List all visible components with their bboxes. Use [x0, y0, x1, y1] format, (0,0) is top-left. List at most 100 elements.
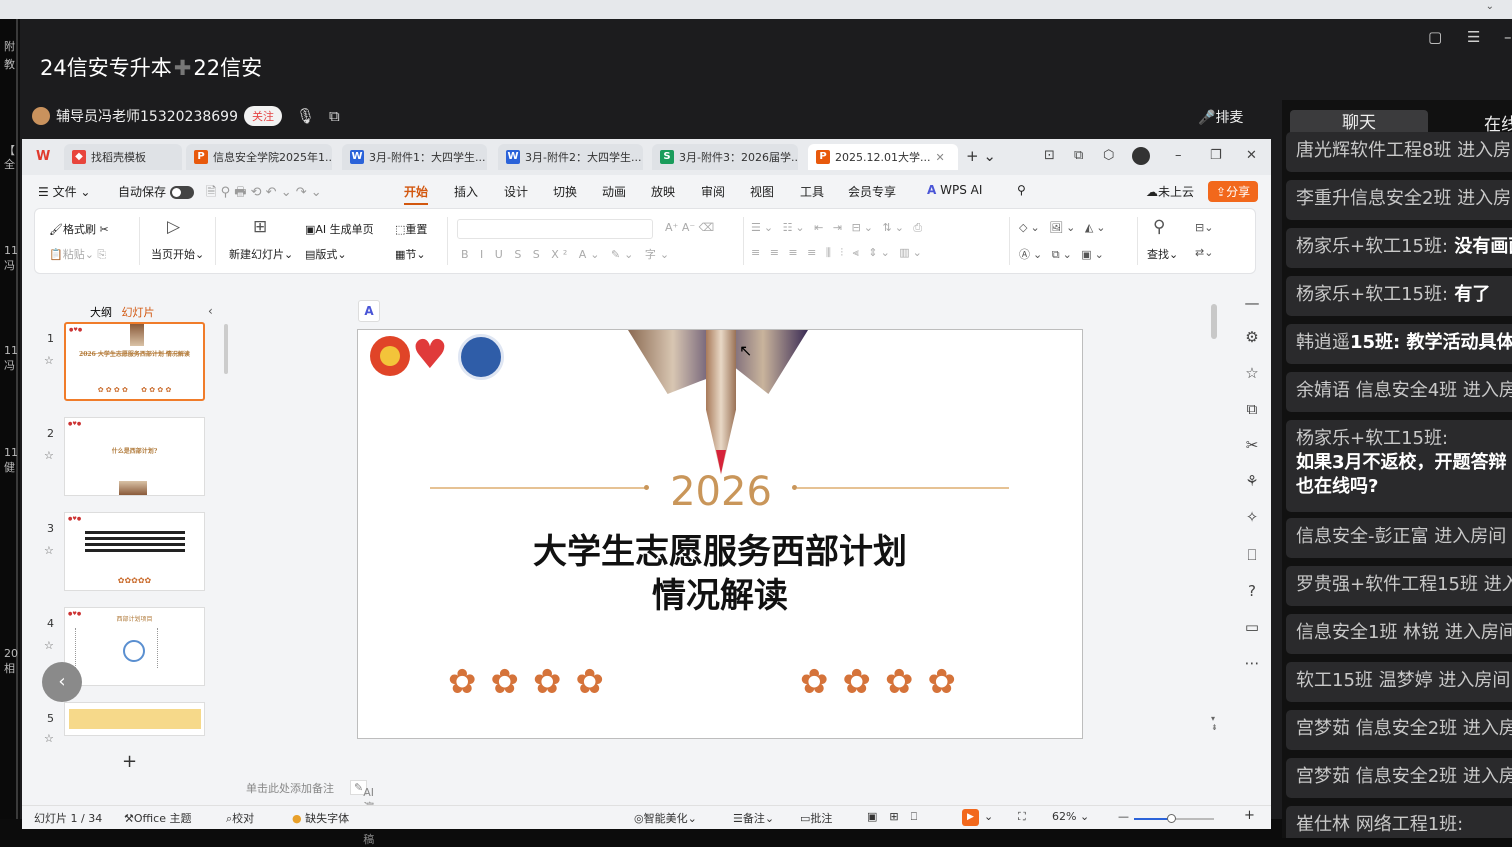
beautify-button[interactable]: ◎智能美化⌄: [634, 810, 697, 826]
menu-tools[interactable]: 工具: [800, 183, 824, 200]
chat-username[interactable]: 宫梦茹 信息安全2班: [1296, 718, 1457, 739]
notes-toggle[interactable]: ☰备注⌄: [733, 810, 774, 826]
tab-outline[interactable]: 大纲: [90, 306, 112, 319]
slide-thumbnail[interactable]: ●♥● 什么是西部计划?: [64, 417, 205, 496]
more-icon[interactable]: ⋯: [1242, 654, 1262, 672]
arrange-icons[interactable]: Ⓐ⌄ ⧉⌄ ▣⌄: [1019, 246, 1107, 262]
chat-username[interactable]: 杨家乐+软工15班:: [1296, 284, 1448, 305]
restore-icon[interactable]: ❐: [1210, 148, 1222, 163]
menu-transition[interactable]: 切换: [553, 183, 577, 200]
screen-share-icon[interactable]: ⧉: [329, 107, 340, 125]
quick-access-icons[interactable]: 🗎 ⚲ 🖶 ⟲ ↶ ⌄ ↷ ⌄: [206, 183, 322, 205]
vertical-scrollbar[interactable]: ▾ ⇟: [1211, 294, 1219, 764]
follow-button[interactable]: 关注: [243, 106, 282, 126]
select-icon[interactable]: ⊟⌄: [1195, 221, 1213, 234]
menu-insert[interactable]: 插入: [454, 183, 478, 200]
chat-username[interactable]: 宫梦茹 信息安全2班: [1296, 766, 1457, 787]
close-tab-icon[interactable]: ✕: [935, 151, 944, 164]
avatar[interactable]: [32, 107, 50, 125]
queue-mic-button[interactable]: 🎤排麦: [1198, 107, 1243, 127]
tab-doc[interactable]: W 3月-附件2：大四学生...: [498, 144, 643, 170]
star-icon[interactable]: ☆: [44, 449, 54, 462]
cube-icon[interactable]: ⬡: [1103, 148, 1114, 163]
play-from-current-button[interactable]: 当页开始⌄: [151, 246, 204, 262]
comment-icon[interactable]: ▭: [1242, 618, 1262, 636]
add-slide-button[interactable]: +: [122, 751, 137, 772]
chat-username[interactable]: 信息安全-彭正富: [1296, 526, 1429, 547]
search-icon[interactable]: ⚲: [1017, 183, 1026, 197]
book-icon[interactable]: ⎕: [1242, 546, 1262, 564]
tab-template[interactable]: ◆ 找稻壳模板: [64, 144, 182, 170]
chat-username[interactable]: 唐光辉软件工程8班: [1296, 140, 1451, 161]
ai-assist-icon[interactable]: A: [358, 300, 380, 322]
ai-speech-button[interactable]: ✎AI 演讲稿: [350, 780, 374, 846]
section-button[interactable]: ▦节⌄: [395, 246, 426, 262]
chevron-down-icon[interactable]: ⌄: [984, 810, 993, 823]
current-slide[interactable]: ♥ 2026 大学生志愿服务西部计划 情况解读 ✿✿✿✿ ✿✿✿✿: [357, 329, 1083, 739]
menu-wps-ai[interactable]: A WPS AI: [927, 183, 982, 197]
new-tab-icon[interactable]: + ⌄: [966, 147, 996, 165]
zoom-out-icon[interactable]: —: [1118, 810, 1129, 823]
menu-slideshow[interactable]: 放映: [651, 183, 675, 200]
menu-design[interactable]: 设计: [504, 183, 528, 200]
menu-file[interactable]: ☰ 文件 ⌄: [38, 183, 90, 200]
minus-icon[interactable]: —: [1242, 294, 1262, 312]
chat-username[interactable]: 崔仕林 网络工程1班:: [1296, 814, 1463, 835]
star-icon[interactable]: ☆: [44, 732, 54, 745]
zoom-level[interactable]: 62% ⌄: [1052, 810, 1089, 823]
chat-username[interactable]: 罗贵强+软件工程15班: [1296, 574, 1478, 595]
paste-button[interactable]: 📋粘贴⌄ ⎘: [49, 246, 106, 262]
cloud-status[interactable]: ☁未上云: [1146, 183, 1194, 200]
chevron-down-icon[interactable]: ⌄: [1486, 1, 1494, 12]
microphone-icon[interactable]: 🎙: [296, 107, 315, 125]
slide-thumbnail[interactable]: ●♥● 西部计划项目: [64, 607, 205, 686]
user-avatar[interactable]: [1132, 147, 1150, 165]
autosave-toggle[interactable]: 自动保存: [118, 183, 195, 200]
align-icons[interactable]: ≡ ≡ ≡ ≡ ⫼ ⫶ ⫷ ⇕⌄ ▥⌄: [751, 246, 925, 260]
minimize-icon[interactable]: –: [1175, 148, 1182, 163]
comments-toggle[interactable]: ▭批注: [800, 810, 832, 826]
theme-button[interactable]: ⚒Office 主题: [124, 810, 191, 826]
proofread-button[interactable]: ⌕校对: [226, 810, 254, 826]
slide-thumbnail[interactable]: ●♥● ✿✿✿✿✿: [64, 512, 205, 591]
tab-doc[interactable]: P 信息安全学院2025年1...: [186, 144, 332, 170]
tab-slides[interactable]: 幻灯片: [122, 306, 155, 319]
copy-icon[interactable]: ⧉: [1242, 400, 1262, 418]
ai-single-page-button[interactable]: ▣AI 生成单页: [305, 221, 374, 237]
menu-home[interactable]: 开始: [404, 183, 429, 205]
magic-icon[interactable]: ✧: [1242, 508, 1262, 526]
previous-page-button[interactable]: ‹: [42, 662, 82, 702]
chat-username[interactable]: 杨家乐+软工15班:: [1296, 236, 1448, 257]
shape-icons[interactable]: ◇⌄ 🖼⌄ ◭⌄: [1019, 221, 1109, 234]
star-icon[interactable]: ☆: [44, 544, 54, 557]
panel-scrollbar[interactable]: [224, 324, 228, 374]
view-mode-icons[interactable]: ▣⊞⎕: [867, 810, 929, 824]
chat-username[interactable]: 软工15班 温梦婷: [1296, 670, 1433, 691]
text-format-icons[interactable]: B I U S S X² A⌄ ✎⌄ 字⌄: [461, 246, 673, 262]
font-family-select[interactable]: [457, 219, 653, 239]
zoom-slider[interactable]: [1134, 814, 1214, 823]
star-icon[interactable]: ☆: [44, 639, 54, 652]
reset-button[interactable]: ⬚重置: [395, 221, 427, 237]
missing-font-button[interactable]: ● 缺失字体: [292, 810, 349, 826]
menu-animation[interactable]: 动画: [602, 183, 626, 200]
chat-username[interactable]: 李重升信息安全2班: [1296, 188, 1451, 209]
tab-doc[interactable]: S 3月-附件3：2026届学...: [652, 144, 798, 170]
play-slideshow-button[interactable]: ▶: [962, 809, 979, 826]
tab-doc-active[interactable]: P 2025.12.01大学... ✕: [808, 144, 958, 170]
minimize-icon[interactable]: –: [1504, 28, 1512, 46]
replace-icon[interactable]: ⇄⌄: [1195, 246, 1213, 259]
shirt-icon[interactable]: ⚘: [1242, 472, 1262, 490]
scroll-thumb[interactable]: [1211, 304, 1217, 339]
format-painter-button[interactable]: 🖌格式刷 ✂: [49, 221, 109, 237]
star-icon[interactable]: ☆: [44, 354, 54, 367]
screenshot-icon[interactable]: ⊡: [1044, 148, 1055, 163]
fit-screen-icon[interactable]: ⛶: [1018, 810, 1026, 824]
star-icon[interactable]: ☆: [1242, 364, 1262, 382]
settings-sliders-icon[interactable]: ⚙: [1242, 328, 1262, 346]
tools-icon[interactable]: ✂: [1242, 436, 1262, 454]
notes-placeholder[interactable]: 单击此处添加备注: [246, 780, 334, 796]
zoom-in-icon[interactable]: +: [1244, 808, 1255, 823]
slide-thumbnail[interactable]: ●♥● 2026 大学生志愿服务西部计划 情况解读 ✿ ✿ ✿ ✿ ✿ ✿ ✿ …: [64, 322, 205, 401]
help-icon[interactable]: ?: [1242, 582, 1262, 600]
